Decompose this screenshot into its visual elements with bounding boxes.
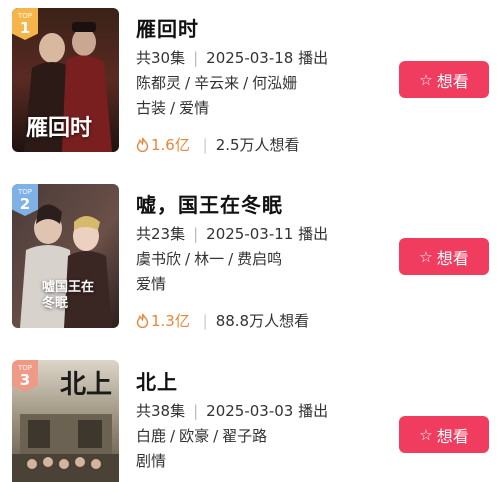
rank-badge: TOP 3 [12,360,38,392]
poster-title-text: 北上 [60,370,113,400]
cast-list: 虞书欣 / 林一 / 费启鸣 [136,250,283,268]
drama-title[interactable]: 雁回时 [136,13,199,42]
star-icon: ☆ [419,247,433,266]
poster-image[interactable]: TOP 2 嘘国王在冬眠 [12,184,119,328]
flame-icon [136,137,149,152]
genre-tags: 爱情 [136,275,167,293]
heat-value: 1.6亿 [136,136,195,154]
poster-title-text: 嘘国王在冬眠 [42,280,95,311]
genre-tags: 剧情 [136,452,167,470]
cast-list: 陈都灵 / 辛云来 / 何泓姗 [136,74,298,92]
episodes-date: 共38集 | 2025-03-03 播出 [136,402,329,420]
star-icon: ☆ [419,70,433,89]
poster-image[interactable]: TOP 1 雁回时 [12,8,119,152]
want-to-watch-button[interactable]: ☆ 想看 [399,61,489,98]
genre-tags: 古装 / 爱情 [136,99,210,117]
poster-image[interactable]: TOP 3 北上 [12,360,119,482]
rank-badge: TOP 1 [12,8,38,40]
episodes-date: 共23集 | 2025-03-11 播出 [136,225,329,243]
heat-value: 1.3亿 [136,312,195,330]
drama-title[interactable]: 嘘，国王在冬眠 [136,189,283,218]
cast-list: 白鹿 / 欧豪 / 翟子路 [136,427,268,445]
episodes-date: 共30集 | 2025-03-18 播出 [136,49,329,67]
rank-badge: TOP 2 [12,184,38,216]
poster-title-text: 雁回时 [26,115,93,141]
want-to-watch-button[interactable]: ☆ 想看 [399,238,489,275]
drama-title[interactable]: 北上 [136,366,178,395]
star-icon: ☆ [419,425,433,444]
stats-row: 1.3亿 | 88.8万人想看 [136,310,309,331]
flame-icon [136,313,149,328]
want-to-watch-button[interactable]: ☆ 想看 [399,416,489,453]
stats-row: 1.6亿 | 2.5万人想看 [136,134,300,155]
